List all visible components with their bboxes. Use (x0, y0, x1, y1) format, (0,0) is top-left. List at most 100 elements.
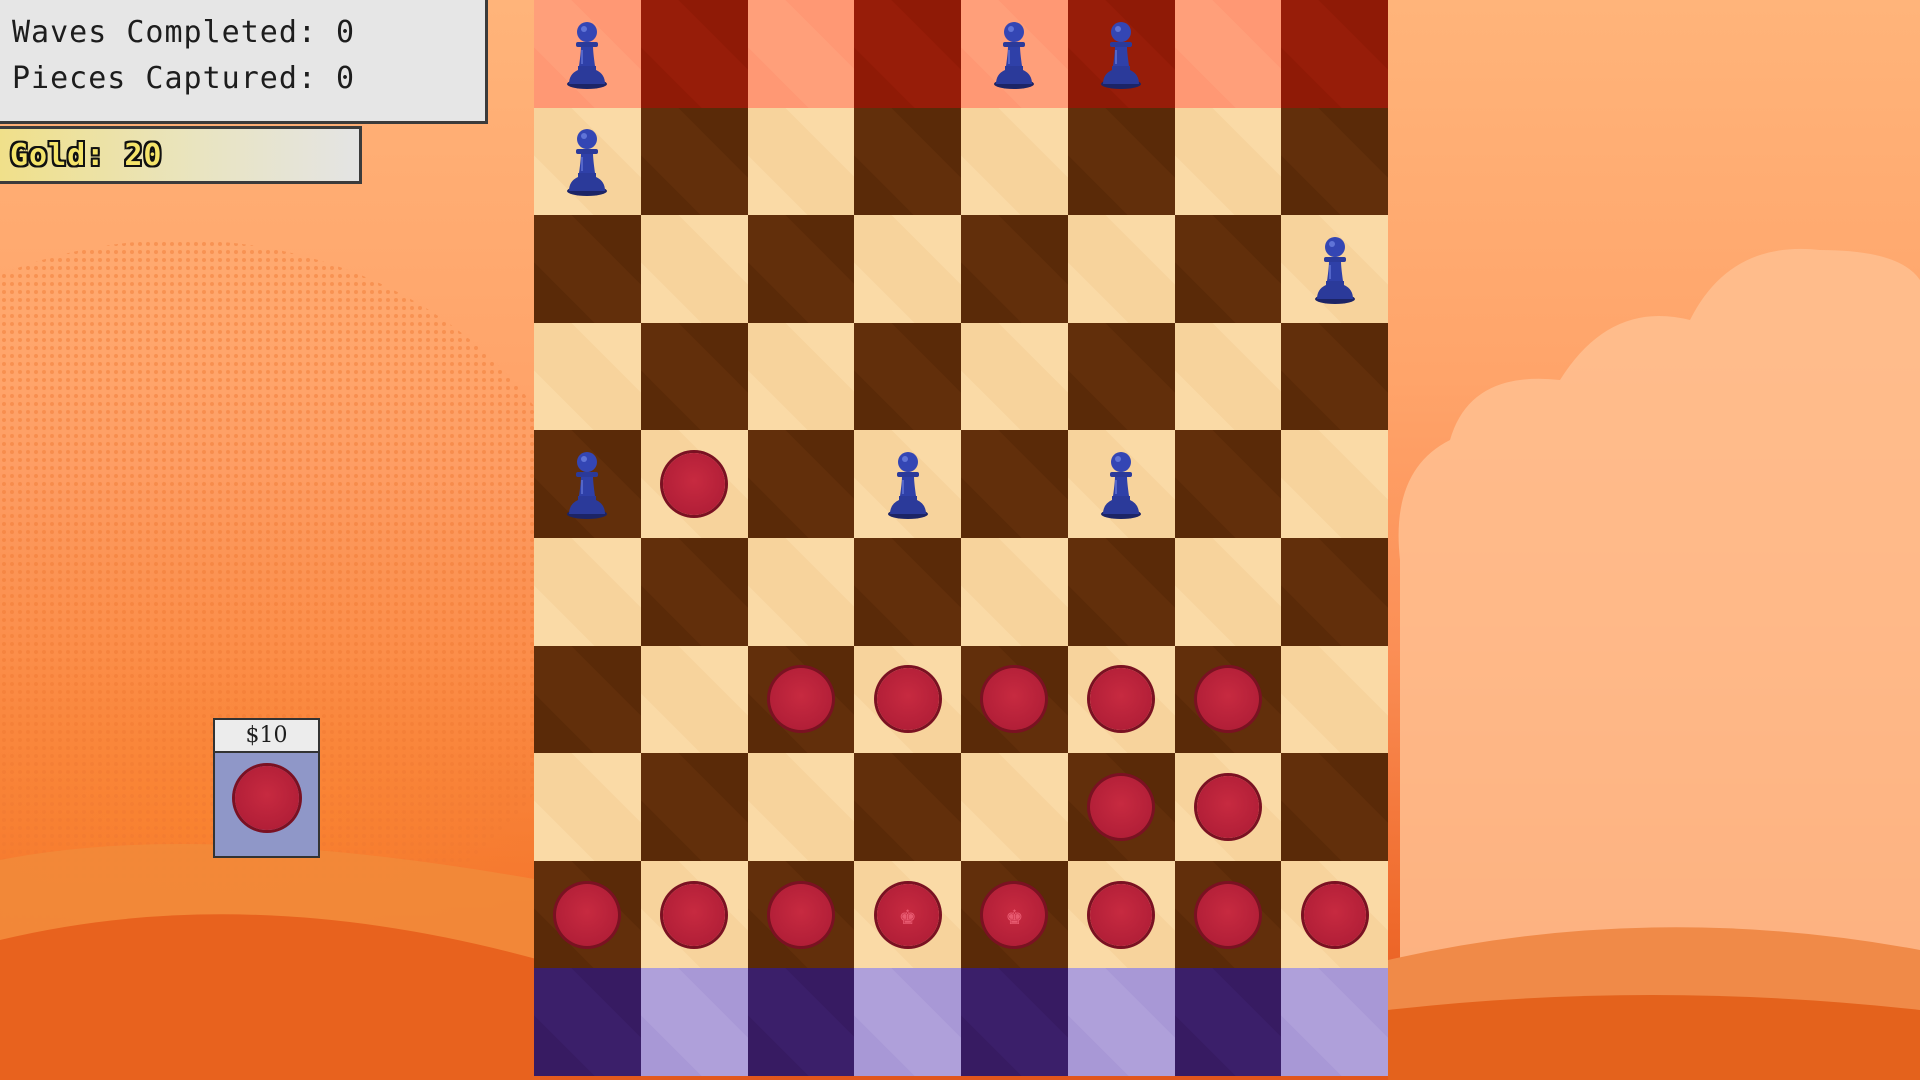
board-square[interactable] (747, 0, 855, 108)
board-square[interactable] (747, 968, 855, 1076)
board-square[interactable] (961, 430, 1068, 538)
board-square[interactable] (534, 537, 641, 646)
board-square[interactable] (1067, 753, 1175, 861)
board-square[interactable] (640, 215, 748, 323)
board-square[interactable] (961, 107, 1068, 216)
board-square[interactable] (534, 215, 641, 323)
board-square[interactable] (747, 537, 855, 646)
board-square[interactable] (1281, 968, 1388, 1076)
board-square[interactable] (747, 322, 855, 431)
board-square[interactable] (1281, 860, 1388, 969)
red-checker-icon[interactable] (663, 883, 726, 946)
red-checker-icon[interactable] (1303, 883, 1366, 946)
board-square[interactable] (534, 107, 641, 216)
board-square[interactable] (1067, 107, 1175, 216)
board-square[interactable] (1281, 107, 1388, 216)
board-square[interactable] (534, 860, 641, 969)
board-square[interactable] (1281, 322, 1388, 431)
board-square[interactable] (640, 860, 748, 969)
red-checker-icon[interactable] (556, 883, 619, 946)
board-square[interactable] (747, 215, 855, 323)
board-square[interactable] (1174, 430, 1282, 538)
enemy-pawn-icon[interactable] (1098, 18, 1144, 90)
board-square[interactable] (961, 645, 1068, 754)
board-square[interactable] (640, 107, 748, 216)
board-square[interactable] (854, 645, 961, 754)
board-square[interactable] (640, 753, 748, 861)
board-square[interactable] (854, 753, 961, 861)
board-square[interactable] (640, 968, 748, 1076)
board-square[interactable] (854, 537, 961, 646)
board-square[interactable]: ♚ (961, 860, 1068, 969)
board-square[interactable] (961, 968, 1068, 1076)
board-square[interactable] (854, 968, 961, 1076)
board-square[interactable] (1067, 215, 1175, 323)
red-checker-icon[interactable] (1090, 883, 1153, 946)
board-square[interactable] (854, 215, 961, 323)
board-square[interactable] (1174, 753, 1282, 861)
board-square[interactable] (747, 753, 855, 861)
enemy-pawn-icon[interactable] (1098, 448, 1144, 520)
board-square[interactable] (640, 0, 748, 108)
board-square[interactable] (1174, 860, 1282, 969)
enemy-pawn-icon[interactable] (1312, 233, 1358, 305)
red-checker-icon[interactable] (663, 453, 726, 516)
board-square[interactable] (961, 537, 1068, 646)
board-square[interactable] (747, 645, 855, 754)
shop-card-checker[interactable]: $10 (213, 718, 320, 858)
board-square[interactable] (640, 430, 748, 538)
board-square[interactable] (1281, 215, 1388, 323)
board-square[interactable] (1174, 322, 1282, 431)
board-square[interactable] (1281, 430, 1388, 538)
board-square[interactable] (747, 430, 855, 538)
board-square[interactable] (1067, 968, 1175, 1076)
board-square[interactable] (1067, 537, 1175, 646)
board-square[interactable] (854, 107, 961, 216)
board-square[interactable] (1174, 645, 1282, 754)
enemy-pawn-icon[interactable] (991, 18, 1037, 90)
board-square[interactable] (1174, 215, 1282, 323)
board-square[interactable] (534, 0, 641, 108)
board-square[interactable] (1174, 968, 1282, 1076)
board-square[interactable] (1067, 860, 1175, 969)
board-square[interactable] (747, 860, 855, 969)
board-square[interactable] (747, 107, 855, 216)
board-square[interactable] (534, 753, 641, 861)
enemy-pawn-icon[interactable] (564, 448, 610, 520)
board-square[interactable] (1281, 753, 1388, 861)
board-square[interactable] (1067, 645, 1175, 754)
red-checker-icon[interactable] (1196, 883, 1259, 946)
board-square[interactable] (854, 0, 961, 108)
board-square[interactable] (961, 0, 1068, 108)
board-square[interactable]: ♚ (854, 860, 961, 969)
board-square[interactable] (1281, 0, 1388, 108)
red-checker-icon[interactable] (769, 883, 832, 946)
board-square[interactable] (854, 430, 961, 538)
red-king-checker-icon[interactable]: ♚ (876, 883, 939, 946)
board-square[interactable] (640, 322, 748, 431)
enemy-pawn-icon[interactable] (564, 125, 610, 197)
red-checker-icon[interactable] (769, 668, 832, 731)
board-square[interactable] (640, 537, 748, 646)
board-square[interactable] (1174, 0, 1282, 108)
red-checker-icon[interactable] (983, 668, 1046, 731)
red-checker-icon[interactable] (1196, 668, 1259, 731)
board-square[interactable] (534, 430, 641, 538)
red-checker-icon[interactable] (1090, 668, 1153, 731)
board-square[interactable] (534, 645, 641, 754)
board-square[interactable] (640, 645, 748, 754)
board-square[interactable] (1067, 430, 1175, 538)
board-square[interactable] (1067, 322, 1175, 431)
board-square[interactable] (1174, 107, 1282, 216)
board-square[interactable] (1174, 537, 1282, 646)
red-checker-icon[interactable] (876, 668, 939, 731)
board-square[interactable] (961, 753, 1068, 861)
board-square[interactable] (961, 322, 1068, 431)
board-square[interactable] (1281, 645, 1388, 754)
board-square[interactable] (1067, 0, 1175, 108)
board-square[interactable] (534, 322, 641, 431)
board-square[interactable] (854, 322, 961, 431)
red-checker-icon[interactable] (1196, 775, 1259, 838)
red-king-checker-icon[interactable]: ♚ (983, 883, 1046, 946)
enemy-pawn-icon[interactable] (885, 448, 931, 520)
